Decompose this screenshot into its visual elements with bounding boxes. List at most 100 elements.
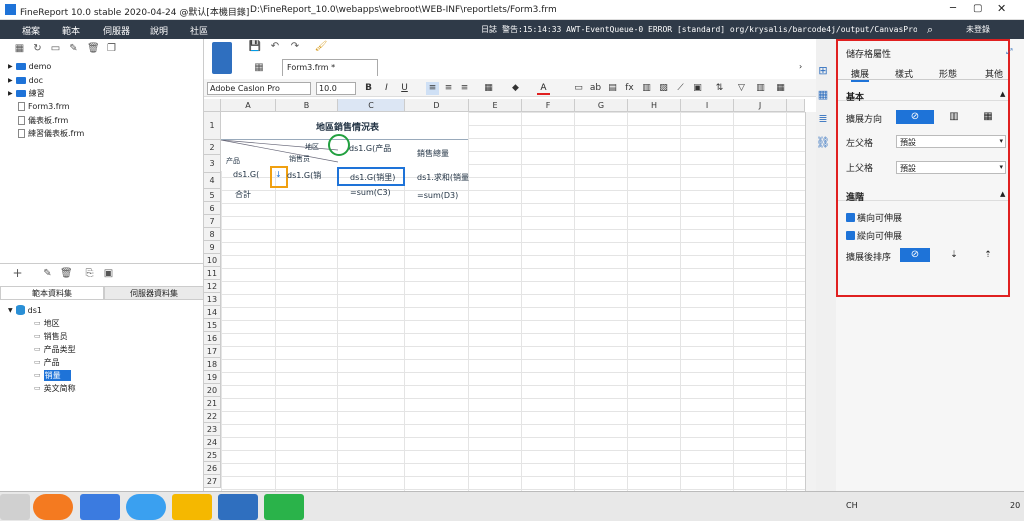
sort-icon[interactable]: ⇅ [713, 82, 726, 95]
row-header[interactable]: 25 [204, 449, 221, 462]
font-color-icon[interactable]: A [537, 82, 550, 95]
cell-b3[interactable]: ds1.G(销 [287, 170, 321, 181]
row-header[interactable]: 21 [204, 397, 221, 410]
widget-icon[interactable]: ▦ [816, 88, 830, 102]
edit-dataset-icon[interactable]: ✎ [42, 268, 53, 279]
bold-button[interactable]: B [362, 82, 375, 95]
preview-dataset-icon[interactable]: ⎘ [84, 268, 95, 279]
row-header[interactable]: 3 [204, 155, 221, 173]
row-header[interactable]: 1 [204, 112, 221, 140]
vertical-expand-checkbox[interactable]: 縱向可伸展 [846, 229, 902, 242]
filter-icon[interactable]: ▽ [735, 82, 748, 95]
link-icon[interactable]: ⛓ [816, 136, 830, 150]
maximize-icon[interactable]: ▢ [973, 3, 982, 14]
cell-c2[interactable]: ds1.G(产品 [349, 143, 391, 154]
cell-d3[interactable]: ds1.求和(销量 [417, 172, 469, 183]
align-left-button[interactable]: ≡ [426, 82, 439, 95]
grid-view-icon[interactable]: ▦ [252, 61, 266, 75]
formula-icon[interactable]: fx [623, 82, 636, 95]
app-icon[interactable] [172, 494, 212, 520]
no-sort-icon[interactable]: ⊘ [900, 248, 930, 262]
tree-item-dashboard[interactable]: 儀表板.frm [18, 114, 68, 126]
vertical-scrollbar[interactable] [805, 112, 816, 491]
cell-a3[interactable]: ds1.G( [233, 170, 259, 179]
slash-icon[interactable]: ⟋ [674, 82, 687, 95]
close-icon[interactable]: ✕ [997, 2, 1006, 15]
add-dataset-icon[interactable]: + [12, 267, 23, 279]
field-item[interactable]: ▭ 产品类型 [34, 343, 76, 355]
text-icon[interactable]: ab [589, 82, 602, 95]
tab-template-dataset[interactable]: 範本資料集 [0, 286, 104, 300]
font-family-select[interactable]: Adobe Caslon Pro [207, 82, 311, 95]
italic-button[interactable]: I [380, 82, 393, 95]
tab-form[interactable]: 形態 [939, 67, 957, 80]
col-header[interactable]: A [221, 99, 276, 112]
row-header[interactable]: 20 [204, 384, 221, 397]
table-icon[interactable]: ▤ [606, 82, 619, 95]
font-size-select[interactable]: 10.0 [316, 82, 356, 95]
row-header[interactable]: 26 [204, 462, 221, 475]
underline-button[interactable]: U [398, 82, 411, 95]
tab-server-dataset[interactable]: 伺服器資料集 [104, 286, 204, 300]
chart-icon[interactable]: ▥ [640, 82, 653, 95]
menu-file[interactable]: 檔案 [22, 24, 40, 37]
menu-help[interactable]: 說明 [150, 24, 168, 37]
horizontal-expand-icon[interactable]: ▦ [974, 110, 1002, 124]
tab-style[interactable]: 樣式 [895, 67, 913, 80]
row-header[interactable]: 27 [204, 475, 221, 488]
row-header[interactable]: 10 [204, 254, 221, 267]
report-title[interactable]: 地區銷售情況表 [316, 120, 379, 133]
row-header[interactable]: 16 [204, 332, 221, 345]
left-parent-select[interactable]: 預設 ▾ [896, 135, 1006, 148]
login-link[interactable]: 未登錄 [966, 24, 990, 35]
row-header[interactable]: 5 [204, 189, 221, 202]
tab-form3[interactable]: Form3.frm * [282, 59, 378, 76]
col-header[interactable]: E [469, 99, 522, 112]
minimize-icon[interactable]: ─ [950, 3, 956, 14]
row-header[interactable]: 22 [204, 410, 221, 423]
undo-icon[interactable]: ↶ [268, 40, 282, 54]
row-header[interactable]: 14 [204, 306, 221, 319]
cell-d4[interactable]: =sum(D3) [417, 191, 458, 200]
cell-a4[interactable]: 合計 [235, 189, 251, 200]
cell-d2[interactable]: 銷售總量 [417, 148, 449, 159]
row-header[interactable]: 13 [204, 293, 221, 306]
input-language[interactable]: CH [846, 501, 858, 510]
field-item[interactable]: ▭ 英文简称 [34, 382, 76, 394]
cell-c3[interactable]: ds1.G(销里) [350, 172, 395, 183]
search-icon[interactable]: ⌕ [927, 23, 933, 37]
dataset-ds1[interactable]: ▼ ds1 [8, 304, 42, 316]
menu-community[interactable]: 社區 [190, 24, 208, 37]
row-header[interactable]: 12 [204, 280, 221, 293]
menu-template[interactable]: 範本 [62, 24, 80, 37]
sort-descending-icon[interactable]: ⇡ [978, 248, 998, 262]
log-link[interactable]: 日誌 [481, 24, 497, 35]
subreport-icon[interactable]: ▣ [691, 82, 704, 95]
image-icon[interactable]: ▨ [657, 82, 670, 95]
new-template-icon[interactable] [212, 42, 232, 74]
row-header[interactable]: 9 [204, 241, 221, 254]
save-icon[interactable]: 💾 [248, 40, 262, 54]
add-icon[interactable]: ▦ [14, 43, 25, 54]
folder-icon[interactable]: ▭ [50, 43, 61, 54]
row-header[interactable]: 17 [204, 345, 221, 358]
menu-server[interactable]: 伺服器 [103, 24, 130, 37]
col-header[interactable]: J [734, 99, 787, 112]
row-header[interactable]: 8 [204, 228, 221, 241]
layout-icon[interactable]: ⊞ [816, 64, 830, 78]
edit-icon[interactable]: ✎ [68, 43, 79, 54]
chat-icon[interactable] [126, 494, 166, 520]
collapse-basic-icon[interactable]: ▲ [1000, 90, 1005, 98]
copy-icon[interactable]: ❐ [106, 43, 117, 54]
col-header[interactable]: H [628, 99, 681, 112]
row-header[interactable]: 15 [204, 319, 221, 332]
tree-item-form3[interactable]: Form3.frm [18, 100, 70, 112]
spreadsheet-grid[interactable]: 地區銷售情況表 地区 销售员 产品 ds1.G(产品 銷售總量 ds1.G( ↓… [221, 112, 805, 491]
wechat-icon[interactable] [264, 494, 304, 520]
tree-item-practice-dashboard[interactable]: 練習儀表板.frm [18, 127, 84, 139]
col-header[interactable]: B [276, 99, 338, 112]
delete-dataset-icon[interactable]: 🗑 [60, 268, 73, 279]
redo-icon[interactable]: ↷ [288, 40, 302, 54]
fill-color-icon[interactable]: ◆ [509, 82, 522, 95]
field-item-selected[interactable]: ▭ 销量 [34, 369, 71, 381]
